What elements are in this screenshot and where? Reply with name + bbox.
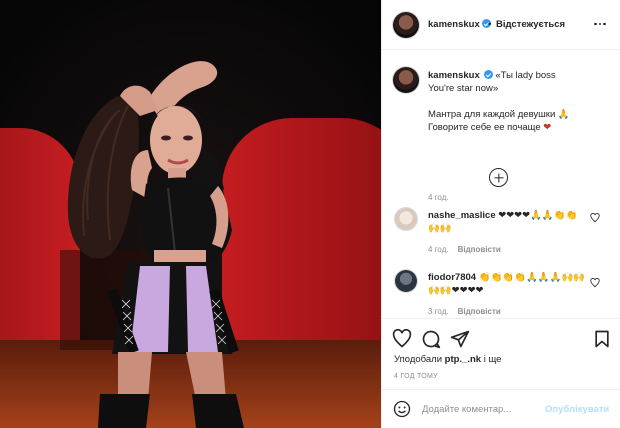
heart-emoji: ❤ xyxy=(543,122,552,133)
publish-button[interactable]: Опублікувати xyxy=(545,404,609,415)
liker-username[interactable]: ptp._.nk xyxy=(445,354,481,365)
comment-input[interactable] xyxy=(422,401,542,417)
post-photo[interactable] xyxy=(0,0,381,428)
emoji-smiley-icon[interactable] xyxy=(393,400,411,418)
comment-time: 4 год. xyxy=(428,245,449,254)
save-bookmark-icon[interactable] xyxy=(592,329,612,349)
photo-illustration xyxy=(0,0,381,428)
caption-line-3: Мантра для каждой девушки 🙏 xyxy=(428,109,570,120)
caption-time: 4 год. xyxy=(428,193,449,202)
comment-bubble-icon[interactable] xyxy=(421,329,441,349)
post-side-panel: kamenskux • Відстежується kamenskux «Ты … xyxy=(381,0,620,428)
likes-more[interactable]: і ще xyxy=(481,354,502,365)
add-comment-bar: Опублікувати xyxy=(382,389,620,428)
separator-dot: • xyxy=(488,19,492,30)
caption-line-4: Говорите себе ее почаще xyxy=(428,122,541,133)
caption-username[interactable]: kamenskux xyxy=(428,70,480,81)
avatar[interactable] xyxy=(393,12,419,38)
comment-avatar[interactable] xyxy=(395,208,417,230)
verified-badge-icon xyxy=(483,70,493,79)
comment-like-icon[interactable] xyxy=(590,278,600,288)
comment-text: fiodor7804 👏👏👏👏🙏🙏🙏🙌🙌🙌🙌❤❤❤❤ xyxy=(428,271,588,297)
caption-line-1: «Ты lady boss xyxy=(495,70,556,81)
caption-avatar[interactable] xyxy=(393,67,419,93)
comment-meta: 3 год. Відповісти xyxy=(428,307,501,316)
reply-button[interactable]: Відповісти xyxy=(458,307,501,316)
post-header: kamenskux • Відстежується xyxy=(382,0,620,50)
instagram-post: kamenskux • Відстежується kamenskux «Ты … xyxy=(0,0,620,428)
comment-time: 3 год. xyxy=(428,307,449,316)
following-button[interactable]: Відстежується xyxy=(496,19,565,30)
caption-line-2: You're star now» xyxy=(428,83,499,94)
comment-username[interactable]: fiodor7804 xyxy=(428,272,476,283)
like-heart-icon[interactable] xyxy=(392,329,412,349)
comment-like-icon[interactable] xyxy=(590,213,600,223)
share-direct-icon[interactable] xyxy=(450,329,470,349)
caption-text: kamenskux «Ты lady boss You're star now»… xyxy=(428,69,613,134)
header-username[interactable]: kamenskux xyxy=(428,19,491,30)
load-more-comments-icon[interactable] xyxy=(489,168,508,187)
comment-text: nashe_maslice ❤❤❤❤🙏🙏👏👏🙌🙌 xyxy=(428,209,588,235)
comment-meta: 4 год. Відповісти xyxy=(428,245,501,254)
reply-button[interactable]: Відповісти xyxy=(458,245,501,254)
username-text[interactable]: kamenskux xyxy=(428,19,480,30)
more-options-icon[interactable] xyxy=(594,18,608,30)
post-timestamp[interactable]: 4 ГОД ТОМУ xyxy=(394,373,438,380)
likes-prefix: Уподобали xyxy=(394,354,445,365)
likes-summary: Уподобали ptp._.nk і ще xyxy=(394,354,501,365)
comment-avatar[interactable] xyxy=(395,270,417,292)
comment-username[interactable]: nashe_maslice xyxy=(428,210,496,221)
